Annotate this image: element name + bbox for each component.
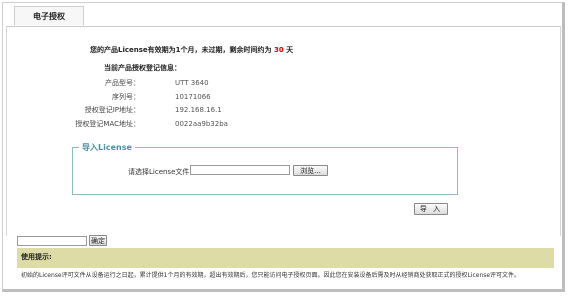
divider — [560, 26, 561, 236]
notice-unit: 天 — [283, 46, 294, 54]
tab-bar: 电子授权 — [6, 6, 561, 27]
license-notice: 您的产品License有效期为1个月，未过期，剩余时间约为 30 天 — [90, 45, 293, 55]
info-label: 产品型号： — [105, 79, 140, 87]
info-value: 192.168.16.1 — [175, 106, 222, 114]
notice-text: 您的产品License有效期为1个月，未过期，剩余时间约为 — [90, 46, 274, 54]
info-value: 10171066 — [175, 93, 211, 101]
tips-title: 使用提示: — [17, 248, 554, 268]
browse-button[interactable]: 浏览... — [293, 165, 328, 176]
notice-days: 30 — [273, 46, 284, 54]
license-file-input[interactable] — [190, 165, 290, 175]
divider — [6, 26, 7, 236]
tips-text: 初始的License评可文件从设备运行之日起，累计提供1个月的有效期，超出有效期… — [21, 272, 521, 279]
file-select-label: 请选择License文件 — [128, 168, 190, 176]
info-label: 序列号： — [112, 93, 140, 101]
import-button[interactable]: 导 入 — [414, 203, 448, 215]
import-license-legend: 导入License — [79, 142, 135, 153]
info-label: 授权登记MAC地址： — [75, 120, 140, 128]
info-value: UTT 3640 — [175, 79, 209, 87]
info-title: 当前产品授权登记信息： — [104, 64, 181, 72]
info-value: 0022aa9b32ba — [175, 120, 228, 128]
info-label: 授权登记IP地址： — [84, 106, 140, 114]
confirm-button[interactable]: 确定 — [89, 235, 107, 246]
jump-input[interactable] — [17, 236, 87, 246]
tab-electronic-license[interactable]: 电子授权 — [14, 6, 84, 26]
